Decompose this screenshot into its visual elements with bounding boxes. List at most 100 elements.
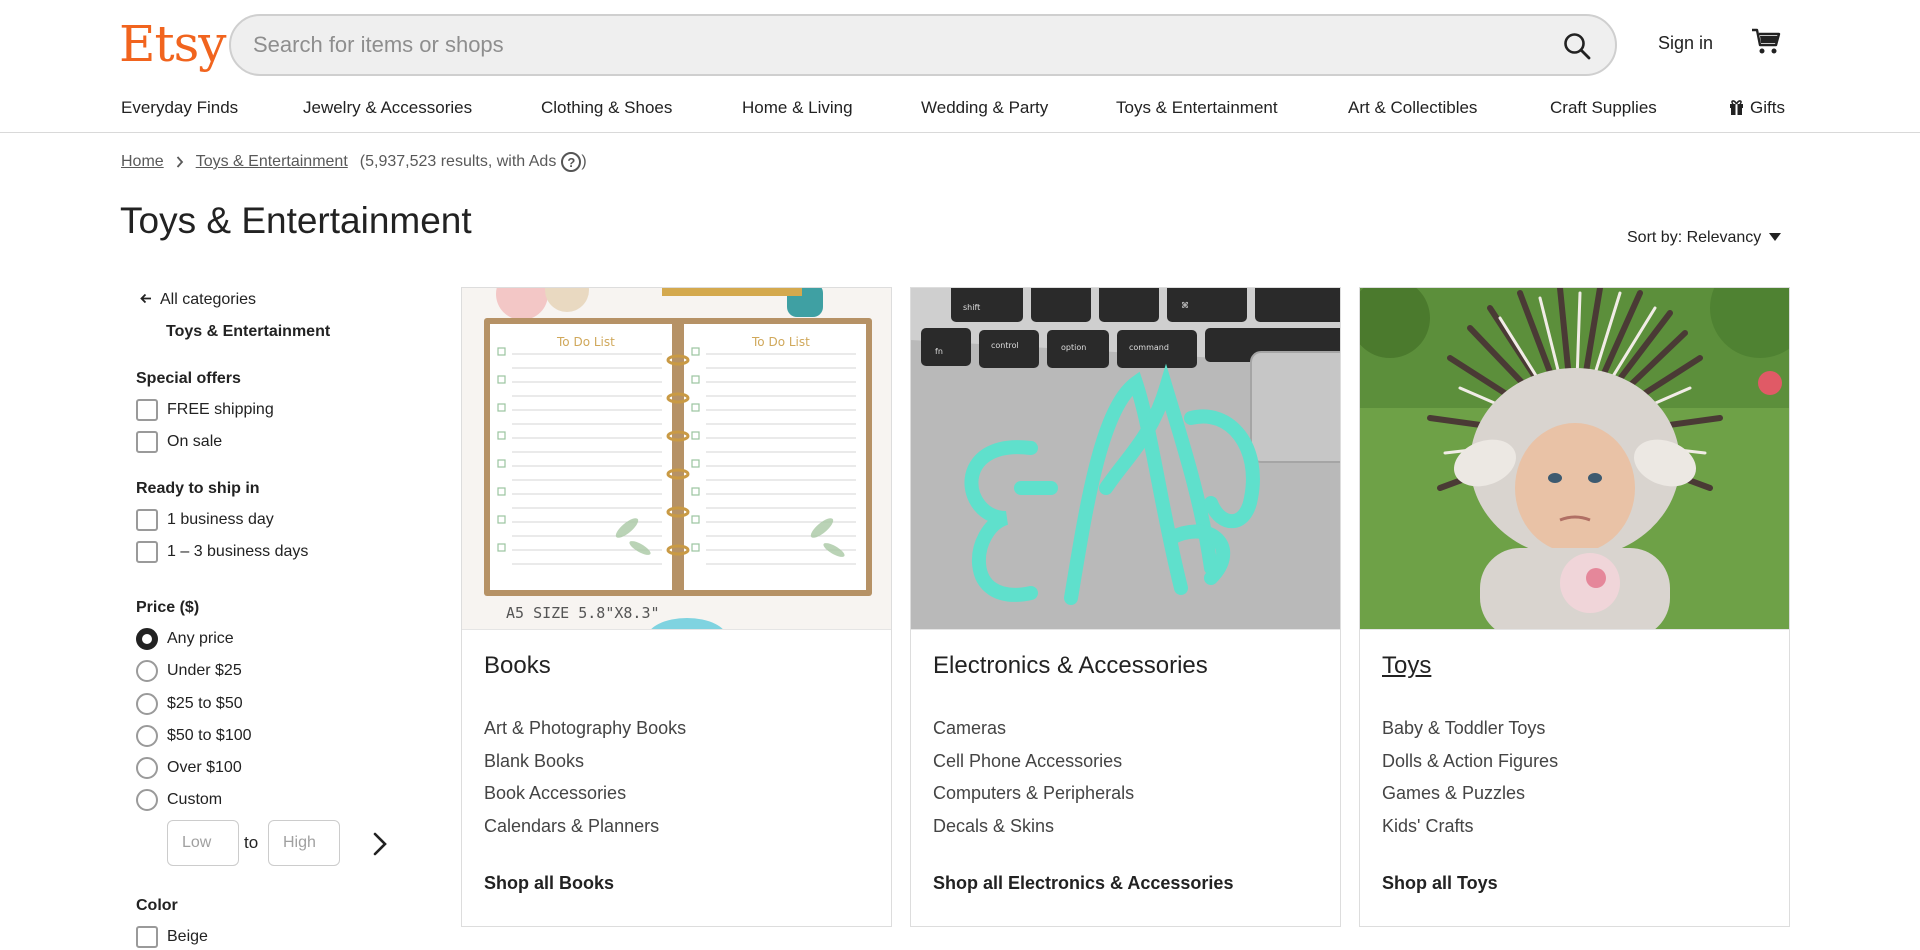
filter-free-shipping[interactable]: FREE shipping xyxy=(136,398,274,422)
price-under-25[interactable]: Under $25 xyxy=(136,659,242,683)
nav-item-gifts-label: Gifts xyxy=(1750,98,1785,117)
gift-icon xyxy=(1730,100,1743,115)
price-to-label: to xyxy=(244,833,259,852)
option-label: $25 to $50 xyxy=(167,695,243,712)
subcategory-link[interactable]: Art & Photography Books xyxy=(484,712,686,745)
color-heading: Color xyxy=(136,897,178,914)
checkbox[interactable] xyxy=(136,431,158,453)
nav-item-everyday-finds[interactable]: Everyday Finds xyxy=(121,98,238,118)
nav-item-clothing-shoes[interactable]: Clothing & Shoes xyxy=(541,98,672,118)
radio[interactable] xyxy=(136,725,158,747)
current-category[interactable]: Toys & Entertainment xyxy=(166,323,330,341)
subcategory-link[interactable]: Kids' Crafts xyxy=(1382,810,1558,843)
cart-icon xyxy=(1752,28,1781,54)
page-title: Toys & Entertainment xyxy=(120,200,472,241)
etsy-logo[interactable]: Etsy xyxy=(119,14,226,74)
radio[interactable] xyxy=(136,660,158,682)
option-label: On sale xyxy=(167,433,223,450)
sort-dropdown[interactable]: Sort by: Relevancy xyxy=(1627,229,1782,247)
option-label: 1 business day xyxy=(167,511,274,528)
search-icon xyxy=(1564,33,1591,60)
price-25-to-50[interactable]: $25 to $50 xyxy=(136,692,243,716)
nav-item-home-living[interactable]: Home & Living xyxy=(742,98,853,118)
subcategory-link[interactable]: Blank Books xyxy=(484,745,686,778)
books-image[interactable]: To Do List To Do List A5 SIZE 5.8"X8.3" xyxy=(462,288,891,630)
sign-in-link[interactable]: Sign in xyxy=(1658,33,1713,54)
checkbox[interactable] xyxy=(136,541,158,563)
subcategory-link[interactable]: Decals & Skins xyxy=(933,810,1134,843)
all-categories-link[interactable]: All categories xyxy=(140,291,256,309)
card-title-electronics[interactable]: Electronics & Accessories xyxy=(933,652,1208,680)
ready-to-ship-heading: Ready to ship in xyxy=(136,480,260,497)
option-label: Over $100 xyxy=(167,759,242,776)
shop-all-toys-link[interactable]: Shop all Toys xyxy=(1382,873,1498,894)
category-card-books: To Do List To Do List A5 SIZE 5.8"X8.3" … xyxy=(461,287,892,927)
subcategory-link[interactable]: Baby & Toddler Toys xyxy=(1382,712,1558,745)
radio-selected[interactable] xyxy=(136,628,158,650)
nav-item-craft-supplies[interactable]: Craft Supplies xyxy=(1550,98,1657,118)
search-button[interactable] xyxy=(1555,24,1599,68)
card-links-books: Art & Photography Books Blank Books Book… xyxy=(484,712,686,842)
price-50-to-100[interactable]: $50 to $100 xyxy=(136,724,252,748)
shop-all-electronics-link[interactable]: Shop all Electronics & Accessories xyxy=(933,873,1233,894)
price-any[interactable]: Any price xyxy=(136,627,234,651)
checkbox[interactable] xyxy=(136,509,158,531)
price-apply-button[interactable] xyxy=(366,830,394,858)
special-offers-heading: Special offers xyxy=(136,370,241,387)
option-label: Beige xyxy=(167,928,208,945)
subcategory-link[interactable]: Book Accessories xyxy=(484,777,686,810)
option-label: Under $25 xyxy=(167,662,242,679)
card-title-books[interactable]: Books xyxy=(484,652,551,680)
radio[interactable] xyxy=(136,757,158,779)
nav-item-toys-entertainment[interactable]: Toys & Entertainment xyxy=(1116,98,1278,118)
search-input[interactable] xyxy=(253,16,1533,74)
key-label: option xyxy=(1061,343,1086,352)
option-label: FREE shipping xyxy=(167,401,274,418)
breadcrumb-current[interactable]: Toys & Entertainment xyxy=(196,153,348,171)
price-over-100[interactable]: Over $100 xyxy=(136,756,242,780)
card-links-toys: Baby & Toddler Toys Dolls & Action Figur… xyxy=(1382,712,1558,842)
todo-label-left: To Do List xyxy=(556,335,615,349)
checkbox[interactable] xyxy=(136,399,158,421)
radio[interactable] xyxy=(136,789,158,811)
nav-item-wedding-party[interactable]: Wedding & Party xyxy=(921,98,1048,118)
arrow-left-icon xyxy=(140,293,151,304)
color-beige[interactable]: Beige xyxy=(136,925,208,949)
price-high-input[interactable] xyxy=(268,820,340,866)
subcategory-link[interactable]: Calendars & Planners xyxy=(484,810,686,843)
filter-on-sale[interactable]: On sale xyxy=(136,430,222,454)
cart-button[interactable] xyxy=(1750,25,1790,65)
subcategory-link[interactable]: Cameras xyxy=(933,712,1134,745)
option-label: $50 to $100 xyxy=(167,727,252,744)
subcategory-link[interactable]: Dolls & Action Figures xyxy=(1382,745,1558,778)
price-low-input[interactable] xyxy=(167,820,239,866)
price-heading: Price ($) xyxy=(136,599,200,616)
results-count: (5,937,523 results, with Ads xyxy=(359,153,557,170)
breadcrumb-home[interactable]: Home xyxy=(121,153,164,171)
radio[interactable] xyxy=(136,693,158,715)
card-links-electronics: Cameras Cell Phone Accessories Computers… xyxy=(933,712,1134,842)
checkbox[interactable] xyxy=(136,926,158,948)
all-categories-label: All categories xyxy=(160,291,257,308)
hedgehog-costume-illustration xyxy=(1360,288,1789,629)
option-label: 1 – 3 business days xyxy=(167,543,309,560)
shop-all-books-link[interactable]: Shop all Books xyxy=(484,873,614,894)
subcategory-link[interactable]: Computers & Peripherals xyxy=(933,777,1134,810)
key-label: shift xyxy=(963,303,980,312)
toys-image[interactable] xyxy=(1360,288,1789,630)
filter-1-3-business-days[interactable]: 1 – 3 business days xyxy=(136,540,308,564)
nav-item-gifts[interactable]: Gifts xyxy=(1729,98,1785,118)
nav-item-art-collectibles[interactable]: Art & Collectibles xyxy=(1348,98,1477,118)
site-header: Etsy Sign in Everyday Finds Jewelry & Ac… xyxy=(0,0,1920,133)
subcategory-link[interactable]: Games & Puzzles xyxy=(1382,777,1558,810)
laptop-decal-illustration: shift control option command fn ⌘ xyxy=(911,288,1340,629)
electronics-image[interactable]: shift control option command fn ⌘ xyxy=(911,288,1340,630)
help-icon[interactable]: ? xyxy=(561,152,582,172)
price-custom[interactable]: Custom xyxy=(136,788,222,812)
card-title-toys[interactable]: Toys xyxy=(1382,652,1431,680)
caret-down-icon xyxy=(1769,233,1782,241)
key-label: command xyxy=(1129,343,1169,352)
nav-item-jewelry-accessories[interactable]: Jewelry & Accessories xyxy=(303,98,472,118)
subcategory-link[interactable]: Cell Phone Accessories xyxy=(933,745,1134,778)
filter-1-business-day[interactable]: 1 business day xyxy=(136,508,274,532)
